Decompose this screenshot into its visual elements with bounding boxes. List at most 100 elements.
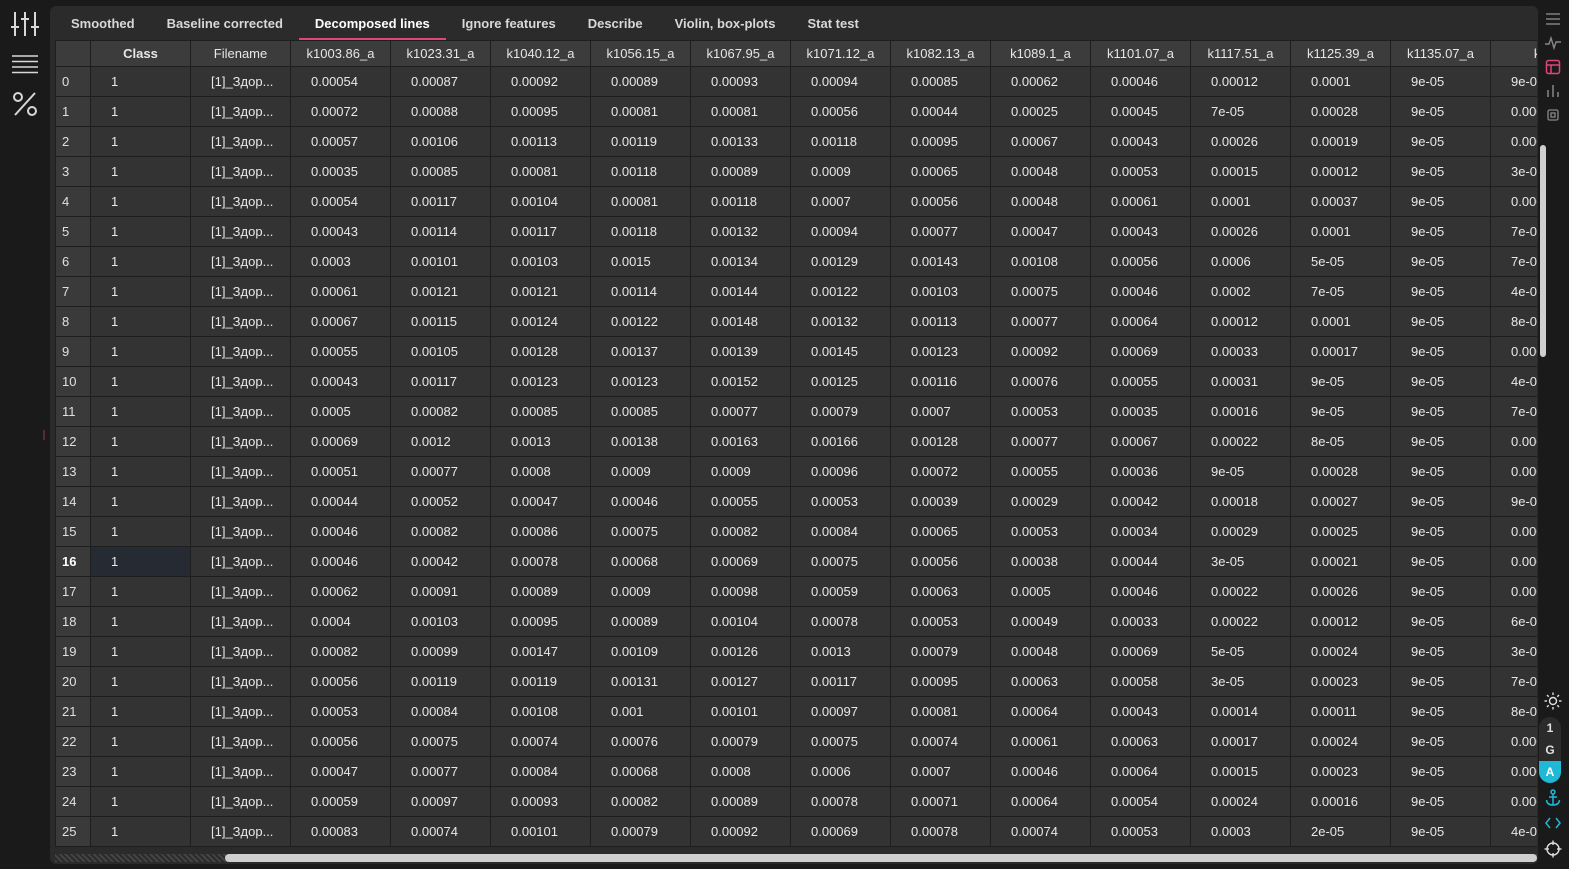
table-cell[interactable]: 0.00055 bbox=[1090, 366, 1191, 397]
table-cell[interactable]: 0.000 bbox=[1490, 516, 1537, 547]
table-row[interactable]: 16 1 [1]_Здор... 0.00046 0.00042 0.00078 0.000… bbox=[55, 546, 1537, 577]
row-index[interactable]: 20 bbox=[55, 666, 91, 697]
table-cell[interactable]: 7e-0 bbox=[1490, 396, 1537, 427]
table-cell[interactable]: 0.00057 bbox=[290, 126, 391, 157]
table-cell[interactable]: 1 bbox=[90, 336, 191, 367]
table-cell[interactable]: 0.00125 bbox=[790, 366, 891, 397]
table-cell[interactable]: 0.00117 bbox=[390, 366, 491, 397]
table-cell[interactable]: 9e-05 bbox=[1390, 306, 1491, 337]
table-cell[interactable]: 0.00027 bbox=[1290, 486, 1391, 517]
table-cell[interactable]: 0.00068 bbox=[590, 546, 691, 577]
table-row[interactable]: 20 1 [1]_Здор... 0.00056 0.00119 0.00119 0.001… bbox=[55, 666, 1537, 697]
table-cell[interactable]: 0.00128 bbox=[490, 336, 591, 367]
table-cell[interactable]: 0.00042 bbox=[1090, 486, 1191, 517]
table-cell[interactable]: 9e-05 bbox=[1390, 756, 1491, 787]
table-row[interactable]: 4 1 [1]_Здор... 0.00054 0.00117 0.00104 0.0008… bbox=[55, 186, 1537, 217]
table-cell[interactable]: 0.00026 bbox=[1290, 576, 1391, 607]
table-cell[interactable]: 0.00046 bbox=[1090, 576, 1191, 607]
table-cell[interactable]: 1 bbox=[90, 666, 191, 697]
table-cell[interactable]: 0.00118 bbox=[790, 126, 891, 157]
table-row[interactable]: 2 1 [1]_Здор... 0.00057 0.00106 0.00113 0.0011… bbox=[55, 126, 1537, 157]
table-cell[interactable]: 0.0006 bbox=[790, 756, 891, 787]
table-cell[interactable]: 0.00145 bbox=[790, 336, 891, 367]
table-cell[interactable]: 0.00133 bbox=[690, 126, 791, 157]
table-cell[interactable]: [1]_Здор... bbox=[190, 486, 291, 517]
table-cell[interactable]: 0.00048 bbox=[990, 636, 1091, 667]
row-index[interactable]: 10 bbox=[55, 366, 91, 397]
table-cell[interactable]: [1]_Здор... bbox=[190, 246, 291, 277]
table-cell[interactable]: 0.00116 bbox=[890, 366, 991, 397]
table-cell[interactable]: 0.00061 bbox=[990, 726, 1091, 757]
table-cell[interactable]: 9e-05 bbox=[1390, 96, 1491, 127]
table-cell[interactable]: 0.00071 bbox=[890, 786, 991, 817]
table-cell[interactable]: 0.00025 bbox=[990, 96, 1091, 127]
pulse-icon[interactable] bbox=[1541, 32, 1565, 54]
table-cell[interactable]: 0.00138 bbox=[590, 426, 691, 457]
table-cell[interactable]: 0.0007 bbox=[890, 756, 991, 787]
table-cell[interactable]: 0.00085 bbox=[890, 66, 991, 97]
table-cell[interactable]: 0.00123 bbox=[590, 366, 691, 397]
table-cell[interactable]: 0.00042 bbox=[390, 546, 491, 577]
table-cell[interactable]: 0.00079 bbox=[690, 726, 791, 757]
table-cell[interactable]: 0.00081 bbox=[590, 96, 691, 127]
table-cell[interactable]: 0.00082 bbox=[590, 786, 691, 817]
table-row[interactable]: 22 1 [1]_Здор... 0.00056 0.00075 0.00074 0.000… bbox=[55, 726, 1537, 757]
table-cell[interactable]: 1 bbox=[90, 546, 191, 577]
table-cell[interactable]: 0.00055 bbox=[990, 456, 1091, 487]
table-cell[interactable]: 1 bbox=[90, 456, 191, 487]
table-cell[interactable]: 0.00022 bbox=[1190, 426, 1291, 457]
table-cell[interactable]: 0.00049 bbox=[990, 606, 1091, 637]
row-index[interactable]: 3 bbox=[55, 156, 91, 187]
table-cell[interactable]: 0.00069 bbox=[1090, 336, 1191, 367]
table-cell[interactable]: [1]_Здор... bbox=[190, 816, 291, 847]
table-cell[interactable]: 0.000 bbox=[1490, 786, 1537, 817]
table-cell[interactable]: 0.00095 bbox=[490, 606, 591, 637]
column-header[interactable]: k1089.1_a bbox=[990, 40, 1091, 67]
table-cell[interactable]: 0.00093 bbox=[690, 66, 791, 97]
table-cell[interactable]: 0.00119 bbox=[590, 126, 691, 157]
table-cell[interactable]: 0.00137 bbox=[590, 336, 691, 367]
table-cell[interactable]: 0.00028 bbox=[1290, 456, 1391, 487]
table-cell[interactable]: [1]_Здор... bbox=[190, 576, 291, 607]
table-cell[interactable]: 0.00069 bbox=[290, 426, 391, 457]
table-cell[interactable]: 0.0015 bbox=[590, 246, 691, 277]
table-cell[interactable]: 0.0009 bbox=[590, 456, 691, 487]
table-cell[interactable]: 1 bbox=[90, 246, 191, 277]
table-cell[interactable]: 4e-0 bbox=[1490, 276, 1537, 307]
table-cell[interactable]: 0.00078 bbox=[790, 606, 891, 637]
table-row[interactable]: 1 1 [1]_Здор... 0.00072 0.00088 0.00095 0.0008… bbox=[55, 96, 1537, 127]
table-cell[interactable]: 0.00139 bbox=[690, 336, 791, 367]
bar-chart-icon[interactable] bbox=[1541, 80, 1565, 102]
row-index[interactable]: 2 bbox=[55, 126, 91, 157]
table-cell[interactable]: 0.00014 bbox=[1190, 696, 1291, 727]
table-cell[interactable]: 0.00047 bbox=[990, 216, 1091, 247]
table-cell[interactable]: 0.00038 bbox=[990, 546, 1091, 577]
table-cell[interactable]: 0.00061 bbox=[1090, 186, 1191, 217]
table-cell[interactable]: 0.00055 bbox=[690, 486, 791, 517]
table-cell[interactable]: 1 bbox=[90, 216, 191, 247]
table-cell[interactable]: 0.00075 bbox=[590, 516, 691, 547]
table-cell[interactable]: [1]_Здор... bbox=[190, 516, 291, 547]
table-cell[interactable]: 9e-05 bbox=[1390, 456, 1491, 487]
table-cell[interactable]: 0.00056 bbox=[1090, 246, 1191, 277]
table-cell[interactable]: 0.00068 bbox=[590, 756, 691, 787]
table-cell[interactable]: 0.00012 bbox=[1190, 66, 1291, 97]
table-cell[interactable]: 3e-05 bbox=[1190, 546, 1291, 577]
table-cell[interactable]: 0.0013 bbox=[790, 636, 891, 667]
table-cell[interactable]: 0.00119 bbox=[490, 666, 591, 697]
table-cell[interactable]: 0.00026 bbox=[1190, 216, 1291, 247]
table-cell[interactable]: 0.0009 bbox=[590, 576, 691, 607]
table-row[interactable]: 11 1 [1]_Здор... 0.0005 0.00082 0.00085 0.0008… bbox=[55, 396, 1537, 427]
table-cell[interactable]: [1]_Здор... bbox=[190, 336, 291, 367]
row-index[interactable]: 14 bbox=[55, 486, 91, 517]
table-cell[interactable]: 9e-05 bbox=[1390, 516, 1491, 547]
table-cell[interactable]: 0.00043 bbox=[1090, 216, 1191, 247]
table-cell[interactable]: 0.00033 bbox=[1090, 606, 1191, 637]
table-cell[interactable]: 0.00081 bbox=[890, 696, 991, 727]
table-cell[interactable]: 0.00099 bbox=[390, 636, 491, 667]
table-cell[interactable]: 0.00064 bbox=[1090, 756, 1191, 787]
table-cell[interactable]: 0.0007 bbox=[890, 396, 991, 427]
table-cell[interactable]: 0.00048 bbox=[990, 186, 1091, 217]
table-cell[interactable]: 0.0001 bbox=[1190, 186, 1291, 217]
table-cell[interactable]: [1]_Здор... bbox=[190, 636, 291, 667]
